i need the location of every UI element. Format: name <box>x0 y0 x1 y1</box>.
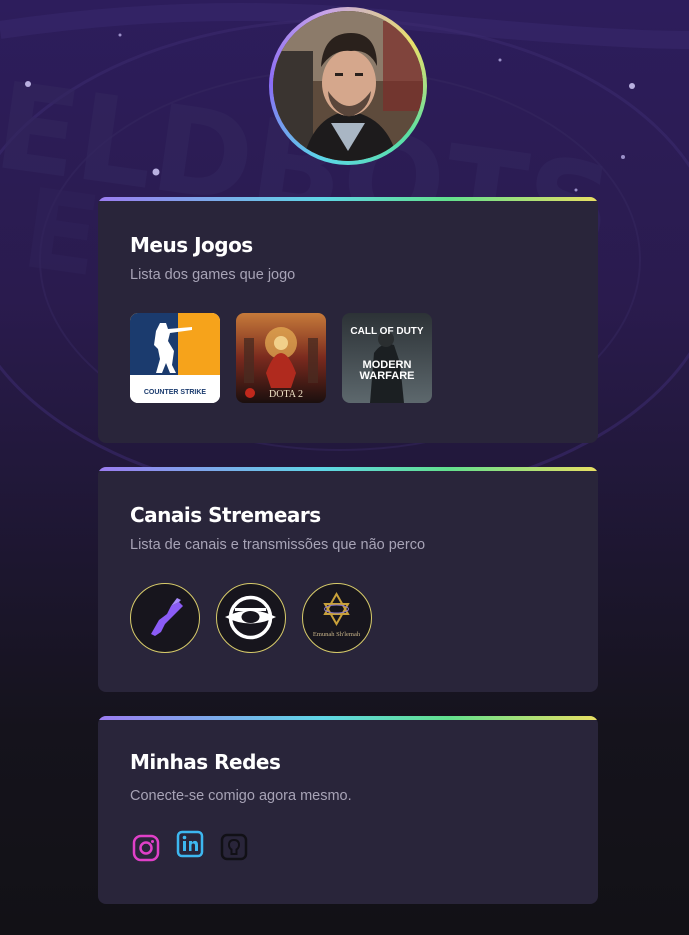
cod-logo-text-bot: WARFARE <box>360 370 415 382</box>
channel-link-3[interactable]: Emunah Sh'lemah <box>302 583 372 653</box>
instagram-icon <box>132 834 160 862</box>
games-card-subtitle: Lista dos games que jogo <box>130 267 296 283</box>
dota-2-logo-text: DOTA 2 <box>269 389 303 400</box>
avatar-photo <box>273 11 423 161</box>
instagram-link[interactable] <box>132 834 160 862</box>
eye-emblem-icon <box>225 595 276 640</box>
github-link[interactable] <box>220 833 248 861</box>
social-card-subtitle: Conecte-se comigo agora mesmo. <box>130 788 352 804</box>
games-card-title: Meus Jogos <box>130 233 253 257</box>
channel-link-2[interactable] <box>216 583 286 653</box>
linkedin-icon <box>176 830 204 858</box>
game-tile-counter-strike[interactable]: COUNTER STRIKE <box>130 313 220 403</box>
social-card: Minhas Redes Conecte-se comigo agora mes… <box>98 716 598 904</box>
channel-link-1[interactable] <box>130 583 200 653</box>
counter-strike-logo-icon: COUNTER STRIKE <box>130 313 220 403</box>
profile-avatar <box>269 7 427 165</box>
call-of-duty-logo-icon: CALL OF DUTY MODERN WARFARE <box>342 313 432 403</box>
channels-card-subtitle: Lista de canais e transmissões que não p… <box>130 537 426 553</box>
counter-strike-logo-text: COUNTER STRIKE <box>144 389 207 396</box>
games-card: Meus Jogos Lista dos games que jogo COUN… <box>98 197 598 443</box>
purple-gun-icon <box>151 598 183 636</box>
game-tile-dota-2[interactable]: DOTA 2 <box>236 313 326 403</box>
cod-logo-text-top: CALL OF DUTY <box>350 326 423 337</box>
linkedin-link[interactable] <box>176 830 204 858</box>
social-card-title: Minhas Redes <box>130 750 281 774</box>
dota-2-logo-icon: DOTA 2 <box>236 313 326 403</box>
github-icon <box>220 833 248 861</box>
star-of-david-icon: Emunah Sh'lemah <box>313 591 361 638</box>
channels-card: Canais Stremears Lista de canais e trans… <box>98 467 598 692</box>
channel-3-label: Emunah Sh'lemah <box>313 631 361 638</box>
channels-card-title: Canais Stremears <box>130 503 321 527</box>
game-tile-modern-warfare[interactable]: CALL OF DUTY MODERN WARFARE <box>342 313 432 403</box>
